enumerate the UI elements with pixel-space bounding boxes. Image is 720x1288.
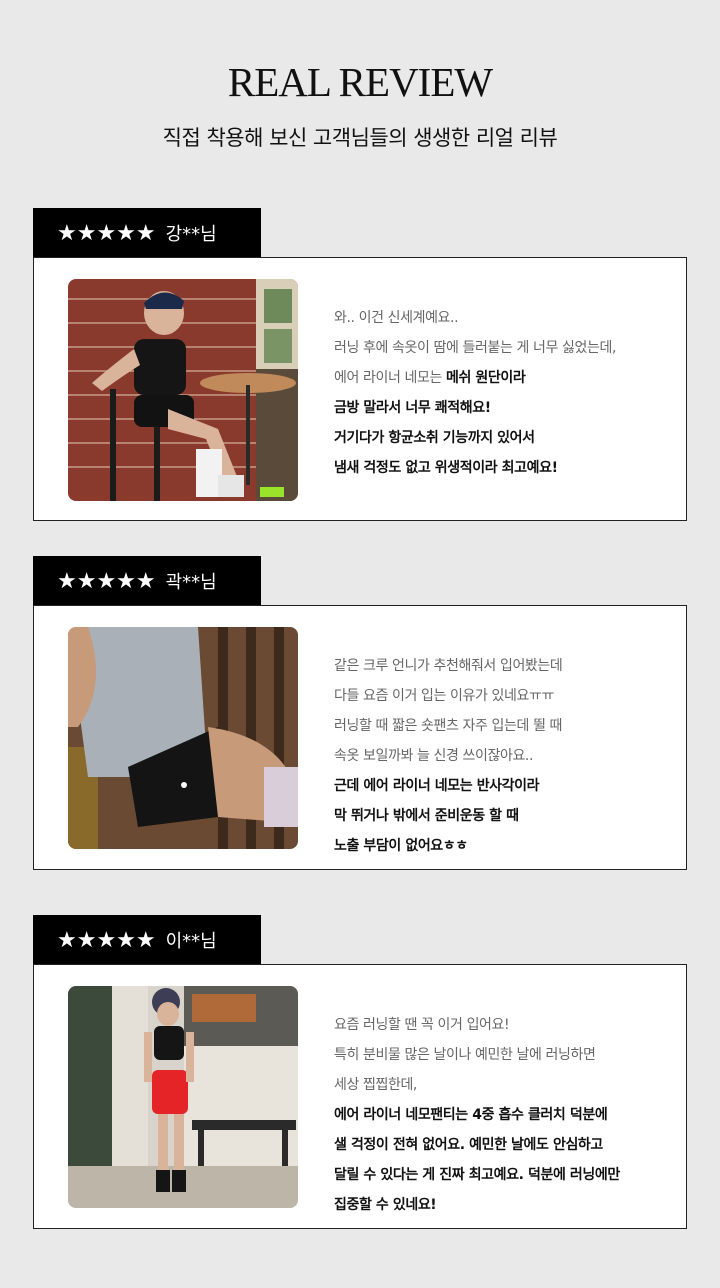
star-rating: ★★★★★ bbox=[57, 220, 156, 246]
review-line: 와.. 이건 신세계예요.. bbox=[334, 310, 459, 326]
star-rating: ★★★★★ bbox=[57, 927, 156, 953]
review-line: 냄새 걱정도 없고 위생적이라 최고예요! bbox=[334, 460, 558, 476]
review-line: 다들 요즘 이거 입는 이유가 있네요ㅠㅠ bbox=[334, 688, 554, 704]
review-line: 에어 라이너 네모는 메쉬 원단이라 bbox=[334, 363, 674, 393]
page-title: REAL REVIEW bbox=[227, 59, 493, 105]
review-line: 세상 찝찝한데, bbox=[334, 1077, 417, 1093]
review-line: 금방 말라서 너무 쾌적해요! bbox=[334, 400, 491, 416]
review-line: 샐 걱정이 전혀 없어요. 예민한 날에도 안심하고 bbox=[334, 1137, 603, 1153]
review-line-highlight: 메쉬 원단이라 bbox=[446, 370, 526, 386]
review-line: 집중할 수 있네요! bbox=[334, 1197, 437, 1213]
review-body: 와.. 이건 신세계예요.. 러닝 후에 속옷이 땀에 들러붙는 게 너무 싫었… bbox=[33, 257, 687, 521]
review-photo bbox=[68, 627, 298, 849]
reviewer-name: 이**님 bbox=[165, 931, 217, 952]
review-text: 요즘 러닝할 땐 꼭 이거 입어요! 특히 분비물 많은 날이나 예민한 날에 … bbox=[334, 1010, 674, 1220]
review-tag: ★★★★★ 강**님 bbox=[33, 208, 261, 258]
review-photo bbox=[68, 279, 298, 501]
review-photo bbox=[68, 986, 298, 1208]
review-line: 에어 라이너 네모팬티는 4중 흡수 클러치 덕분에 bbox=[334, 1107, 608, 1123]
review-line-start: 에어 라이너 네모는 bbox=[334, 370, 446, 386]
review-line: 달릴 수 있다는 게 진짜 최고예요. 덕분에 러닝에만 bbox=[334, 1167, 620, 1183]
review-line: 요즘 러닝할 땐 꼭 이거 입어요! bbox=[334, 1017, 510, 1033]
review-body: 요즘 러닝할 땐 꼭 이거 입어요! 특히 분비물 많은 날이나 예민한 날에 … bbox=[33, 964, 687, 1229]
review-body: 같은 크루 언니가 추천해줘서 입어봤는데 다들 요즘 이거 입는 이유가 있네… bbox=[33, 605, 687, 870]
review-tag: ★★★★★ 곽**님 bbox=[33, 556, 261, 606]
review-line: 속옷 보일까봐 늘 신경 쓰이잖아요.. bbox=[334, 748, 534, 764]
reviewer-name: 곽**님 bbox=[165, 572, 217, 593]
review-text: 와.. 이건 신세계예요.. 러닝 후에 속옷이 땀에 들러붙는 게 너무 싫었… bbox=[334, 303, 674, 483]
review-line: 근데 에어 라이너 네모는 반사각이라 bbox=[334, 778, 540, 794]
review-line: 막 뛰거나 밖에서 준비운동 할 때 bbox=[334, 808, 519, 824]
page-subtitle: 직접 착용해 보신 고객님들의 생생한 리얼 리뷰 bbox=[162, 126, 558, 150]
review-line: 특히 분비물 많은 날이나 예민한 날에 러닝하면 bbox=[334, 1047, 596, 1063]
review-tag: ★★★★★ 이**님 bbox=[33, 915, 261, 965]
review-line: 노출 부담이 없어요ㅎㅎ bbox=[334, 838, 468, 854]
review-line: 같은 크루 언니가 추천해줘서 입어봤는데 bbox=[334, 658, 563, 674]
review-line: 거기다가 항균소취 기능까지 있어서 bbox=[334, 430, 535, 446]
reviewer-name: 강**님 bbox=[165, 224, 217, 245]
review-line: 러닝 후에 속옷이 땀에 들러붙는 게 너무 싫었는데, bbox=[334, 340, 617, 356]
review-text: 같은 크루 언니가 추천해줘서 입어봤는데 다들 요즘 이거 입는 이유가 있네… bbox=[334, 651, 674, 861]
star-rating: ★★★★★ bbox=[57, 568, 156, 594]
review-line: 러닝할 때 짧은 숏팬츠 자주 입는데 뛸 때 bbox=[334, 718, 563, 734]
